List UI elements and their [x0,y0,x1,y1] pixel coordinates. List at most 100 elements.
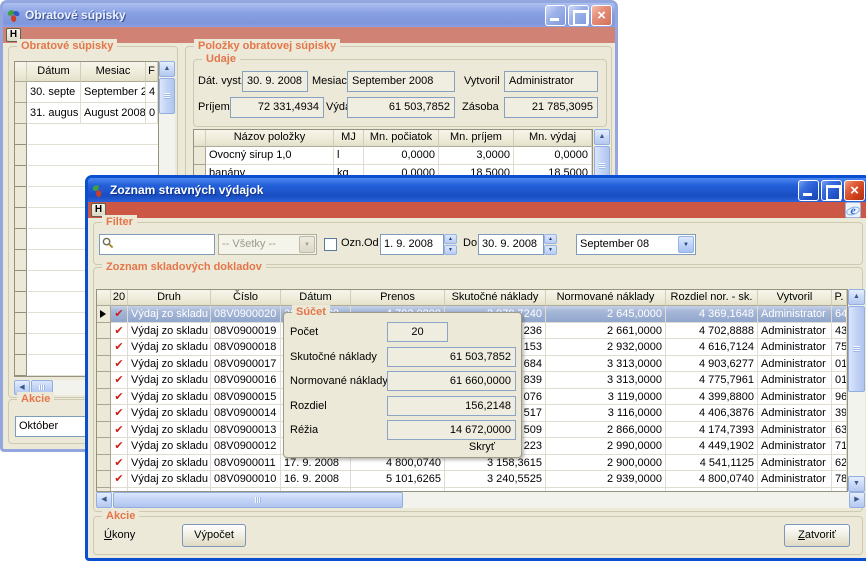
dat-vyst-field[interactable]: 30. 9. 2008 [242,71,308,92]
vertical-scrollbar[interactable]: ▲ ▼ [848,289,865,492]
title-bar[interactable]: Obratové súpisky [3,3,615,27]
vydaj-field[interactable]: 61 503,7852 [347,97,455,118]
row-check-icon[interactable]: ✔ [111,323,128,340]
maximize-button[interactable] [568,5,589,26]
column-header[interactable]: Mn. výdaj [514,130,592,147]
row-check-icon[interactable]: ✔ [111,372,128,389]
scrollbar-thumb[interactable] [113,492,403,508]
od-date-input[interactable]: 1. 9. 2008 [380,234,444,255]
do-date-input[interactable]: 30. 9. 2008 [478,234,544,255]
column-header[interactable]: Normované náklady [546,290,666,306]
zatvorit-button[interactable]: Zatvoriť [784,524,850,547]
row-check-icon[interactable]: ✔ [111,306,128,323]
cell-rozdiel: 4 174,7393 [666,422,758,439]
search-input[interactable] [99,234,215,255]
table-row[interactable]: 31. augus August 2008 0 [15,103,158,124]
zasoba-field[interactable]: 21 785,3095 [504,97,598,118]
maximize-button[interactable] [821,180,842,201]
scrollbar-thumb[interactable] [848,306,865,392]
table-row[interactable]: Ovocný sirup 1,0 l 0,0000 3,0000 0,0000 [194,147,592,165]
column-header[interactable]: Názov položky [206,130,334,147]
ukony-button[interactable]: Úkony [104,529,135,541]
column-header[interactable]: F [146,62,158,82]
hide-button[interactable]: Skryť [469,441,495,453]
screen: Obratové súpisky H Obratové súpisky Dátu… [0,0,866,564]
row-selector-cell [97,306,111,323]
column-header[interactable]: Mesiac [81,62,146,82]
table-row[interactable]: ✔ Výdaj zo skladu 08V0900010 16. 9. 2008… [97,471,847,488]
field-value: 20 [387,322,448,342]
group-title: Položky obratovej súpisky [194,39,340,53]
column-header[interactable]: Prenos [351,290,445,306]
scroll-up-icon[interactable]: ▲ [159,61,175,77]
table-row[interactable]: ✔ [97,488,847,492]
ozn-checkbox[interactable] [324,238,337,251]
horizontal-scrollbar[interactable]: ◀ ▶ [96,492,865,508]
scroll-up-icon[interactable]: ▲ [848,289,865,305]
vypocet-button[interactable]: Výpočet [182,524,246,547]
column-header[interactable]: Dátum [281,290,351,306]
minimize-button[interactable] [798,180,819,201]
scrollbar-thumb[interactable] [159,78,175,114]
column-header[interactable]: Rozdiel nor. - sk. [666,290,758,306]
title-bar[interactable]: Zoznam stravných výdajok [88,178,866,202]
cell-normovane: 2 866,0000 [546,422,666,439]
cell-normovane: 2 932,0000 [546,339,666,356]
ie-icon[interactable]: e [845,202,861,218]
scroll-left-icon[interactable]: ◀ [96,492,112,508]
type-combo[interactable]: -- Všetky -- ▼ [218,234,317,255]
row-check-icon[interactable]: ✔ [111,422,128,439]
cell-normovane: 2 645,0000 [546,306,666,323]
do-date-stepper[interactable]: ▲▼ [544,234,557,255]
column-header[interactable]: Vytvoril [758,290,832,306]
close-button[interactable] [591,5,612,26]
vytvoril-field[interactable]: Administrator [504,71,598,92]
cell-rozdiel: 4 406,3876 [666,405,758,422]
empty-row-selectors [15,124,27,376]
month-combo[interactable]: September 08 ▼ [576,234,696,255]
row-check-icon[interactable]: ✔ [111,389,128,406]
column-header[interactable]: Dátum [27,62,81,82]
row-check-icon[interactable]: ✔ [111,471,128,488]
mesiac-field[interactable]: September 2008 [347,71,455,92]
row-check-icon[interactable]: ✔ [111,339,128,356]
dropdown-arrow-icon[interactable]: ▼ [299,236,315,253]
row-check-icon[interactable]: ✔ [111,438,128,455]
group-akcie: Akcie Úkony Výpočet Zatvoriť [93,516,863,555]
row-check-icon[interactable]: ✔ [111,405,128,422]
column-header[interactable]: Mn. príjem [439,130,514,147]
column-header[interactable]: P. [832,290,847,306]
column-header[interactable]: Druh [128,290,211,306]
minimize-button[interactable] [545,5,566,26]
row-check-icon[interactable]: ✔ [111,455,128,472]
window-zoznam-stravnych-vydajok[interactable]: Zoznam stravných výdajok H e Filter -- V… [85,175,866,561]
cell-p: 63 [832,422,847,439]
cell-skutocne [445,488,546,492]
row-check-icon[interactable]: ✔ [111,488,128,492]
row-selector-cell [97,339,111,356]
column-header[interactable]: 20 [111,290,128,306]
cell-vytvoril: Administrator [758,306,832,323]
cell-druh: Výdaj zo skladu [128,323,211,340]
table-row[interactable]: 30. septe September 2008 4 [15,82,158,103]
prijem-field[interactable]: 72 331,4934 [230,97,324,118]
scroll-down-icon[interactable]: ▼ [848,476,865,492]
group-filter: Filter -- Všetky -- ▼ Ozn. Od 1. 9. 2008… [93,222,863,265]
close-button[interactable] [844,180,865,201]
field-value: 61 660,0000 [387,371,516,391]
dropdown-arrow-icon[interactable]: ▼ [678,236,694,253]
column-header[interactable]: Číslo [211,290,281,306]
column-header[interactable]: Skutočné náklady [445,290,546,306]
od-date-stepper[interactable]: ▲▼ [444,234,457,255]
cell-p: 71 [832,438,847,455]
scroll-right-icon[interactable]: ▶ [849,492,865,508]
row-selector-cell [97,405,111,422]
column-header[interactable]: MJ [334,130,364,147]
cell-cislo: 08V0900011 [211,455,281,472]
search-icon [102,237,114,252]
scroll-up-icon[interactable]: ▲ [594,129,610,145]
popup-field: Rozdiel 156,2148 [290,396,515,421]
row-check-icon[interactable]: ✔ [111,356,128,373]
column-header[interactable]: Mn. počiatok [364,130,439,147]
cell-druh: Výdaj zo skladu [128,372,211,389]
